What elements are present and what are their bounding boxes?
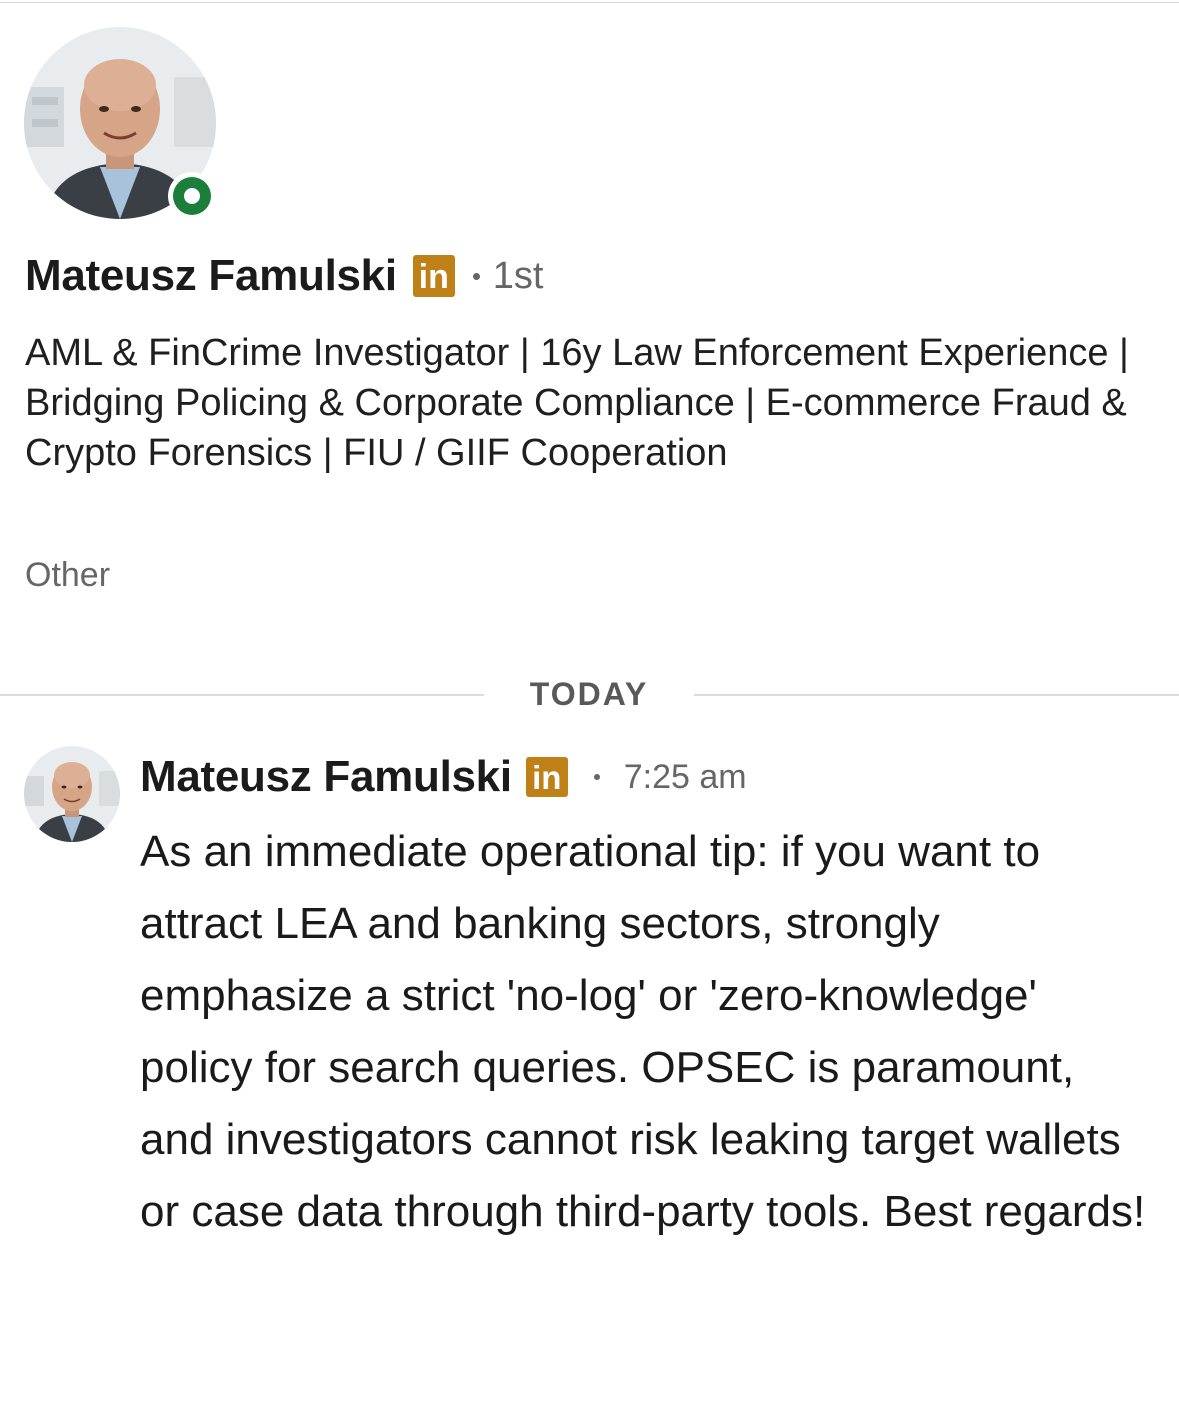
divider-line-right	[694, 694, 1179, 696]
separator-dot	[593, 774, 600, 780]
day-divider-label: TODAY	[529, 676, 649, 712]
profile-name-row: Mateusz Famulski in 1st	[25, 248, 543, 304]
online-status-icon	[168, 172, 216, 220]
profile-location: Other	[25, 556, 111, 594]
linkedin-premium-icon: in	[412, 255, 455, 297]
message-avatar[interactable]	[24, 746, 120, 842]
linkedin-premium-icon: in	[525, 757, 568, 797]
message-timestamp: 7:25 am	[623, 757, 747, 796]
profile-name[interactable]: Mateusz Famulski	[25, 251, 397, 301]
divider-line-left	[0, 694, 484, 696]
top-divider	[0, 2, 1179, 3]
separator-dot	[472, 272, 480, 280]
message-avatar-photo	[24, 746, 120, 842]
message-body: As an immediate operational tip: if you …	[140, 827, 1146, 1236]
message-sender-name[interactable]: Mateusz Famulski	[140, 752, 512, 802]
message-header: Mateusz Famulski in 7:25 am	[140, 751, 747, 803]
connection-degree: 1st	[492, 254, 544, 297]
profile-headline: AML & FinCrime Investigator | 16y Law En…	[25, 332, 1129, 474]
